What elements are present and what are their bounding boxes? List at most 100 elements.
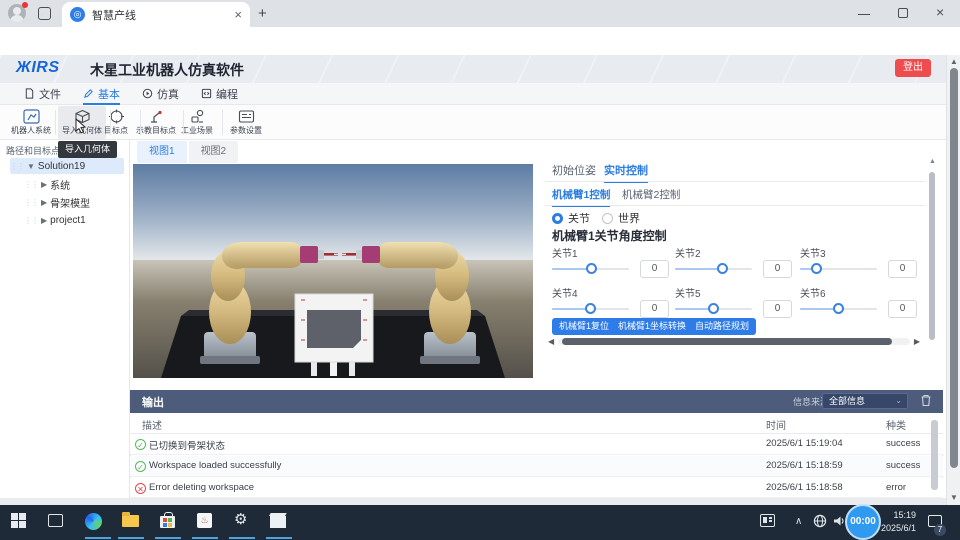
slider-thumb[interactable] [585, 303, 596, 314]
taskbar-store-button[interactable] [160, 513, 175, 528]
chevron-right-icon[interactable]: ▶ [41, 180, 47, 189]
scrollbar-thumb[interactable] [929, 172, 935, 340]
output-row[interactable]: ✕ Error deleting workspace 2025/6/1 15:1… [130, 478, 943, 498]
widgets-button[interactable] [760, 513, 775, 527]
drag-handle-icon[interactable]: ⋮⋮ [10, 162, 24, 171]
tab-arm1-control[interactable]: 机械臂1控制 [552, 187, 610, 202]
tree-node-skeleton-model[interactable]: ⋮⋮ ▶ 骨架模型 [24, 194, 124, 210]
slider-thumb[interactable] [717, 263, 728, 274]
joint4-input[interactable]: 0 [640, 300, 669, 318]
drag-handle-icon[interactable]: ⋮⋮ [24, 198, 38, 207]
scroll-left-icon[interactable]: ◀ [548, 337, 554, 346]
toolbar-target-point-button[interactable]: 目标点 [96, 106, 136, 139]
output-scrollbar-thumb[interactable] [931, 420, 938, 490]
slider-thumb[interactable] [833, 303, 844, 314]
pen-icon [83, 88, 94, 99]
window-minimize-button[interactable] [858, 14, 870, 15]
3d-viewport[interactable] [133, 164, 533, 378]
tab-list-icon[interactable] [38, 7, 51, 20]
control-vertical-scrollbar[interactable]: ▲ [928, 158, 937, 353]
page-scrollbar[interactable]: ▲ ▼ [946, 55, 960, 505]
tab-initial-pose[interactable]: 初始位姿 [552, 162, 596, 178]
taskbar-video-button[interactable] [270, 513, 286, 528]
arm1-reset-button[interactable]: 机械臂1复位 [552, 318, 616, 335]
success-check-icon: ✓ [135, 439, 146, 450]
running-indicator [155, 537, 181, 539]
taskbar-edge-button[interactable] [85, 513, 102, 530]
output-row[interactable]: ✓ 已切换到骨架状态 2025/6/1 15:19:04 success [130, 434, 943, 455]
menu-basic[interactable]: 基本 [83, 83, 120, 105]
joint6-slider[interactable] [800, 302, 877, 316]
browser-tab[interactable]: ◎ 智慧产线 × [62, 2, 250, 27]
joint2-input[interactable]: 0 [763, 260, 792, 278]
viewport-tab-2[interactable]: 视图2 [189, 141, 239, 163]
menu-programming[interactable]: 编程 [201, 83, 238, 105]
toolbar-robot-system-button[interactable]: 机器人系统 [8, 106, 54, 139]
clock-time: 15:19 [880, 509, 916, 522]
tree-node-system[interactable]: ⋮⋮ ▶ 系统 [24, 176, 124, 192]
scrollbar-thumb[interactable] [562, 338, 892, 345]
joint5-slider[interactable] [675, 302, 752, 316]
joint5-input[interactable]: 0 [763, 300, 792, 318]
clear-output-trash-icon[interactable] [920, 394, 932, 407]
joint3-input[interactable]: 0 [888, 260, 917, 278]
slider-thumb[interactable] [811, 263, 822, 274]
profile-notification-dot [22, 2, 28, 8]
drag-handle-icon[interactable]: ⋮⋮ [24, 180, 38, 189]
arm1-coordinate-transform-button[interactable]: 机械臂1坐标转换 [611, 318, 693, 335]
radio-world[interactable]: 世界 [602, 210, 640, 226]
scrollbar-thumb[interactable] [950, 68, 958, 468]
chevron-down-icon[interactable]: ▼ [27, 162, 35, 171]
tree-node-project1[interactable]: ⋮⋮ ▶ project1 [24, 212, 124, 228]
tab-arm2-control[interactable]: 机械臂2控制 [622, 187, 680, 202]
joint1-input[interactable]: 0 [640, 260, 669, 278]
recording-timer-overlay[interactable]: 00:00 [845, 504, 881, 540]
running-indicator [229, 537, 255, 539]
running-indicator [85, 537, 111, 539]
task-view-button[interactable] [48, 514, 63, 527]
joint2-slider[interactable] [675, 262, 752, 276]
radio-joint[interactable]: 关节 [552, 210, 590, 226]
drag-handle-icon[interactable]: ⋮⋮ [24, 216, 38, 225]
taskbar-clock[interactable]: 15:19 2025/6/1 [880, 509, 916, 535]
window-restore-button[interactable] [898, 8, 908, 18]
joint3-slider[interactable] [800, 262, 877, 276]
start-button[interactable] [11, 513, 26, 528]
toolbar-parameter-settings-button[interactable]: 参数设置 [224, 106, 268, 139]
scroll-up-icon[interactable]: ▲ [950, 57, 958, 66]
auto-path-planning-button[interactable]: 自动路径规划 [688, 318, 756, 335]
menu-simulation[interactable]: 仿真 [142, 83, 179, 105]
control-horizontal-scrollbar[interactable]: ◀ ▶ [548, 337, 920, 346]
output-row[interactable]: ✓ Workspace loaded successfully 2025/6/1… [130, 456, 943, 477]
source-filter-dropdown[interactable]: 全部信息 ⌄ [822, 393, 908, 409]
taskbar-explorer-button[interactable] [122, 513, 139, 527]
scroll-up-icon[interactable]: ▲ [929, 158, 936, 165]
taskbar-sim-app-button[interactable]: ♨ [197, 513, 212, 528]
windows-logo-icon [11, 513, 26, 528]
tab-close-icon[interactable]: × [234, 7, 242, 22]
joint6-input[interactable]: 0 [888, 300, 917, 318]
show-hidden-icons-button[interactable]: ∧ [795, 511, 802, 529]
logout-button[interactable]: 登出 [895, 59, 931, 77]
window-close-button[interactable]: × [936, 4, 944, 20]
slider-thumb[interactable] [708, 303, 719, 314]
viewport-tab-1[interactable]: 视图1 [137, 141, 187, 163]
chevron-right-icon[interactable]: ▶ [41, 198, 47, 207]
col-type: 种类 [886, 417, 906, 432]
menu-file[interactable]: 文件 [24, 83, 61, 105]
clapperboard-icon [270, 516, 286, 528]
volume-button[interactable] [832, 514, 846, 533]
joint1-slider[interactable] [552, 262, 629, 276]
scroll-right-icon[interactable]: ▶ [914, 337, 920, 346]
slider-thumb[interactable] [586, 263, 597, 274]
tab-realtime-control[interactable]: 实时控制 [604, 162, 648, 178]
scroll-down-icon[interactable]: ▼ [950, 493, 958, 502]
chevron-right-icon[interactable]: ▶ [41, 216, 47, 225]
new-tab-button[interactable]: + [258, 5, 267, 22]
clock-date: 2025/6/1 [880, 522, 916, 535]
joint4-slider[interactable] [552, 302, 629, 316]
tree-node-solution[interactable]: ⋮⋮ ▼ Solution19 [10, 158, 124, 174]
taskbar-settings-button[interactable]: ⚙ [234, 510, 247, 529]
toolbar-divider [140, 110, 141, 135]
network-button[interactable] [813, 514, 827, 533]
